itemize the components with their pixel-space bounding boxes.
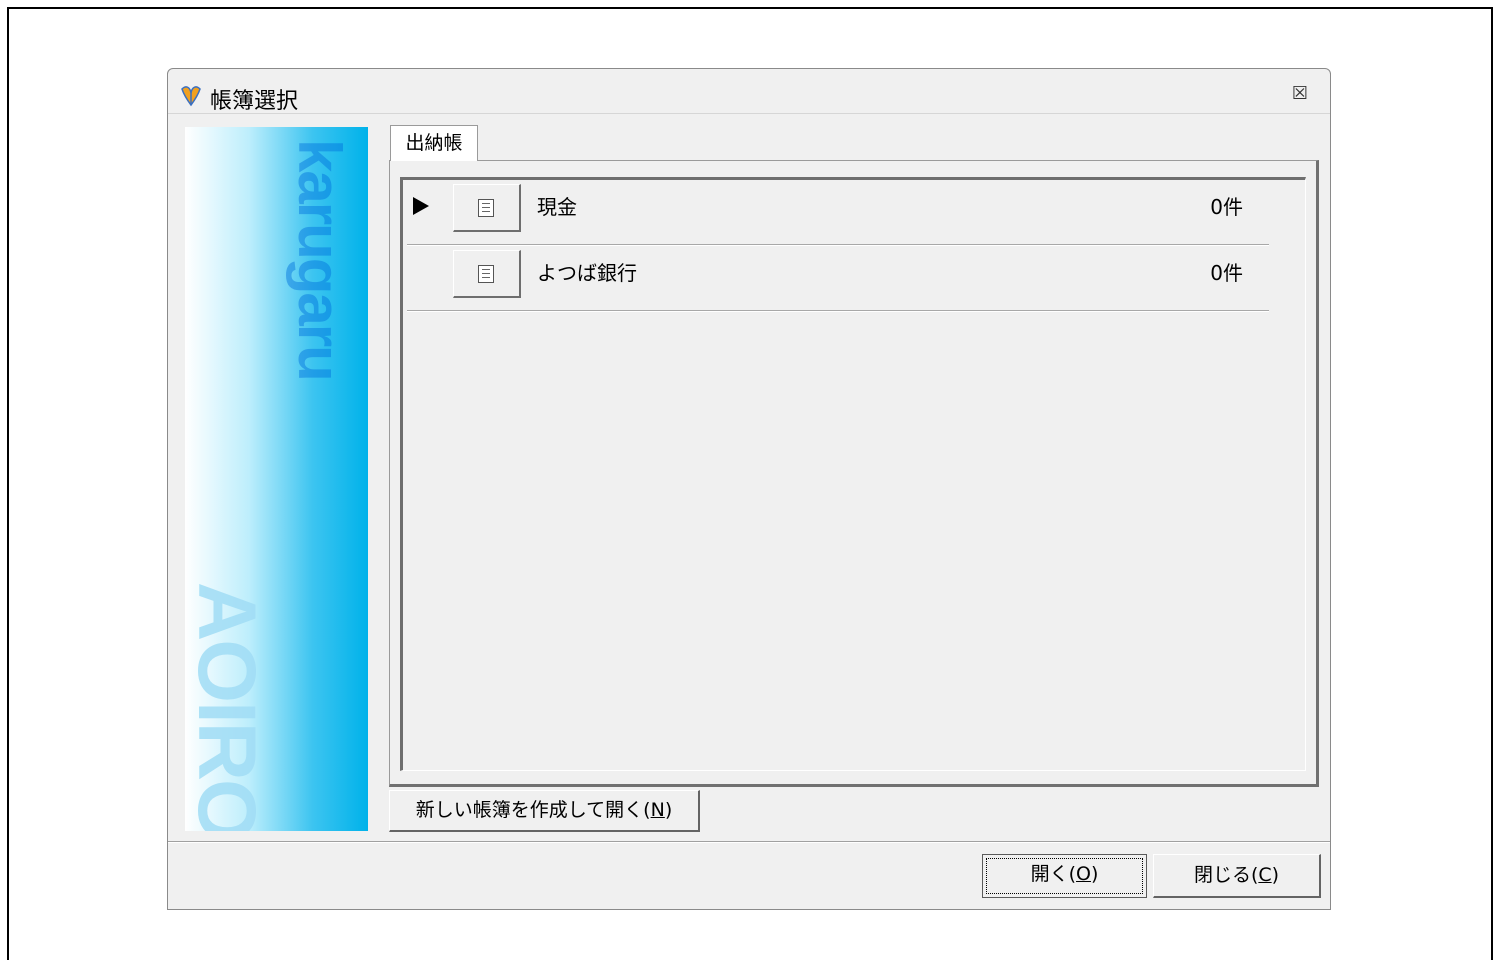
- ledger-select-dialog: 帳簿選択 ☒ karugaru AOIRO 出納帳 現金 0件 よつば銀行 0件…: [167, 68, 1331, 910]
- row-divider: [407, 310, 1269, 312]
- banner-brand-text: karugaru: [286, 139, 353, 380]
- ledger-name: 現金: [537, 195, 577, 219]
- banner-product-text: AOIRO: [185, 582, 272, 831]
- brand-banner: karugaru AOIRO: [185, 127, 368, 831]
- app-logo-icon: [181, 86, 201, 107]
- ledger-open-button[interactable]: [453, 250, 521, 298]
- footer-divider: [168, 841, 1330, 843]
- open-accesskey: O: [1076, 863, 1091, 885]
- dialog-title: 帳簿選択: [210, 89, 299, 114]
- title-bar[interactable]: 帳簿選択 ☒: [168, 69, 1330, 114]
- create-new-ledger-label-end: ): [664, 799, 673, 821]
- create-new-ledger-button[interactable]: 新しい帳簿を作成して開く(N): [389, 790, 700, 832]
- close-accesskey: C: [1258, 864, 1272, 886]
- ledger-open-button[interactable]: [453, 184, 521, 232]
- close-icon[interactable]: ☒: [1292, 83, 1308, 104]
- ledger-row[interactable]: よつば銀行 0件: [403, 246, 1269, 312]
- close-button[interactable]: 閉じる(C): [1153, 854, 1321, 898]
- ledger-count: 0件: [1210, 195, 1243, 219]
- create-new-ledger-accesskey: N: [650, 799, 665, 821]
- ledger-list: 現金 0件 よつば銀行 0件: [400, 177, 1306, 771]
- open-label: 開く(: [1030, 863, 1077, 885]
- ledger-row[interactable]: 現金 0件: [403, 180, 1269, 246]
- tab-panel: 現金 0件 よつば銀行 0件: [389, 160, 1319, 787]
- open-label-end: ): [1090, 863, 1099, 885]
- ledger-count: 0件: [1210, 261, 1243, 285]
- open-button[interactable]: 開く(O): [982, 854, 1147, 898]
- create-new-ledger-label: 新しい帳簿を作成して開く(: [415, 799, 651, 821]
- tab-cashbook[interactable]: 出納帳: [390, 125, 478, 161]
- close-label-end: ): [1271, 864, 1280, 886]
- document-icon: [478, 265, 494, 283]
- close-label: 閉じる(: [1193, 864, 1259, 886]
- document-icon: [478, 199, 494, 217]
- current-row-pointer-icon: [413, 197, 429, 215]
- ledger-name: よつば銀行: [537, 261, 637, 285]
